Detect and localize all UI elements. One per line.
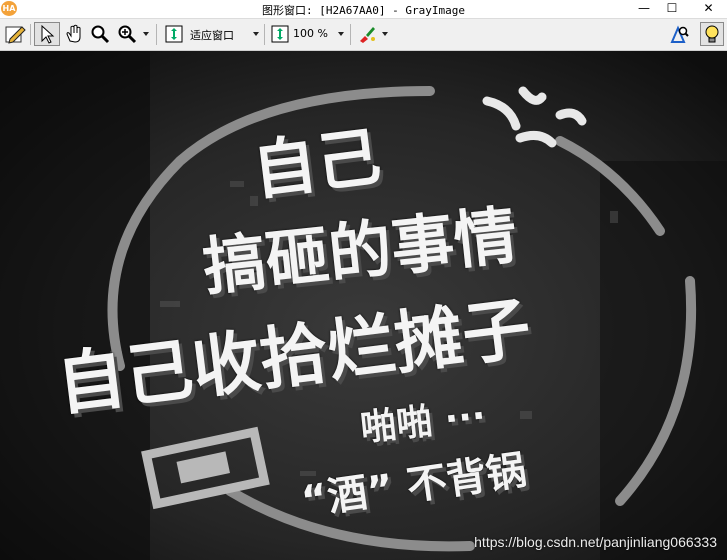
zoom-mode-button[interactable] — [162, 22, 186, 46]
zoom-in-button[interactable] — [114, 22, 140, 46]
zoom-percent-icon — [270, 24, 290, 44]
help-hint-button[interactable] — [700, 22, 724, 46]
window-title: 图形窗口: [H2A67AA0] - GrayImage — [262, 4, 465, 17]
lightbulb-icon — [702, 24, 722, 44]
fit-window-icon — [164, 24, 184, 44]
magnifier-icon — [90, 24, 110, 44]
inspect-button[interactable] — [668, 22, 692, 46]
maximize-button[interactable]: ☐ — [657, 0, 687, 18]
image-text-line-5: “酒” 不背锅 — [298, 447, 530, 525]
image-canvas[interactable]: 自己 搞砸的事情 自己收拾烂摊子 啪啪 ··· “酒” 不背锅 https://… — [0, 51, 727, 560]
zoom-percent-select[interactable]: 100 % — [293, 27, 328, 40]
toolbar: 适应窗口 100 % — [0, 19, 727, 51]
image-text-layer: 自己 搞砸的事情 自己收拾烂摊子 啪啪 ··· “酒” 不背锅 — [0, 51, 727, 560]
pointer-tool-button[interactable] — [34, 22, 60, 46]
watermark-text: https://blog.csdn.net/panjinliang066333 — [474, 534, 717, 550]
image-text-line-4: 啪啪 ··· — [358, 395, 488, 450]
graphics-window: HA 图形窗口: [H2A67AA0] - GrayImage — ☐ ✕ 适应… — [0, 0, 727, 560]
paint-tool-dropdown-arrow[interactable] — [382, 32, 388, 36]
zoom-in-dropdown-arrow[interactable] — [143, 32, 149, 36]
zoom-percent-dropdown-arrow[interactable] — [338, 32, 344, 36]
edit-image-button[interactable] — [3, 22, 27, 46]
hand-icon — [64, 24, 84, 44]
inspect-icon — [670, 24, 690, 44]
image-text-line-1: 自己 — [248, 120, 385, 210]
zoom-in-icon — [117, 24, 137, 44]
pan-tool-button[interactable] — [62, 22, 86, 46]
title-bar: HA 图形窗口: [H2A67AA0] - GrayImage — ☐ ✕ — [0, 0, 727, 19]
magnify-tool-button[interactable] — [88, 22, 112, 46]
zoom-mode-dropdown-arrow[interactable] — [253, 32, 259, 36]
pointer-arrow-icon — [37, 24, 57, 44]
zoom-mode-select[interactable]: 适应窗口 — [190, 27, 234, 43]
edit-pencil-icon — [4, 23, 26, 45]
zoom-percent-button[interactable] — [268, 22, 292, 46]
close-button[interactable]: ✕ — [690, 0, 727, 18]
minimize-button[interactable]: — — [629, 0, 659, 18]
paint-brush-icon — [357, 24, 377, 44]
paint-tool-button[interactable] — [355, 22, 379, 46]
